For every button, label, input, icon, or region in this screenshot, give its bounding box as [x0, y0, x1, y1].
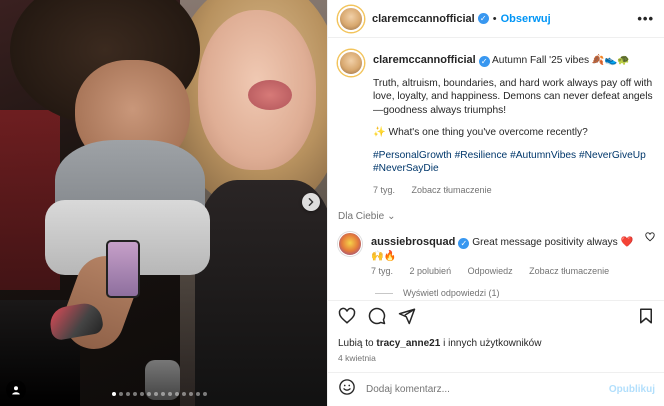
post-date[interactable]: 4 kwietnia: [338, 353, 376, 363]
emoji-smile-icon: [339, 379, 355, 395]
heart-icon: [338, 307, 356, 324]
emoji-button[interactable]: [338, 378, 356, 401]
carousel-dot[interactable]: [189, 392, 193, 396]
likes-suffix[interactable]: i innych użytkowników: [443, 338, 541, 349]
caption-hashtags: #PersonalGrowth #Resilience #AutumnVibes…: [373, 149, 655, 176]
carousel-dot[interactable]: [161, 392, 165, 396]
likes-prefix: Lubią to: [338, 338, 374, 349]
header-separator: •: [492, 12, 497, 25]
hashtag-link[interactable]: #Resilience: [455, 150, 508, 161]
comment-translate-link[interactable]: Zobacz tłumaczenie: [529, 266, 609, 276]
carousel-dot[interactable]: [203, 392, 207, 396]
next-slide-button[interactable]: [302, 193, 320, 211]
caption-avatar[interactable]: [338, 50, 364, 76]
caption-meta: 7 tyg. Zobacz tłumaczenie: [373, 184, 655, 198]
comments-filter-label: Dla Ciebie: [338, 211, 385, 222]
carousel-dot[interactable]: [119, 392, 123, 396]
like-button[interactable]: [338, 307, 356, 330]
carousel-dot[interactable]: [154, 392, 158, 396]
tagged-users-button[interactable]: [6, 380, 26, 400]
carousel-dot[interactable]: [196, 392, 200, 396]
hashtag-link[interactable]: #NeverGiveUp: [579, 150, 646, 161]
carousel-dot[interactable]: [126, 392, 130, 396]
verified-badge-icon: ✓: [458, 238, 470, 250]
author-avatar[interactable]: [338, 5, 364, 32]
photo-woman-body: [195, 180, 327, 406]
send-icon: [398, 308, 416, 325]
commenter-username[interactable]: aussiebrosquad: [371, 236, 455, 248]
carousel-dots: [112, 392, 207, 396]
post-photo[interactable]: [0, 0, 327, 406]
replies-divider: [375, 292, 393, 294]
caption-username[interactable]: claremccannofficial: [373, 54, 476, 66]
carousel-dot[interactable]: [112, 392, 116, 396]
comments-scroll-area[interactable]: claremccannofficial ✓ Autumn Fall '25 vib…: [328, 38, 664, 300]
hashtag-link[interactable]: #PersonalGrowth: [373, 150, 452, 161]
chevron-down-icon: ⌄: [387, 211, 396, 222]
add-comment-bar: Opublikuj: [328, 372, 664, 406]
photo-woman-lips: [248, 80, 292, 110]
post-actions-bar: [328, 300, 664, 336]
likes-summary: Lubią to tracy_anne21 i innych użytkowni…: [338, 338, 541, 349]
chevron-right-icon: [308, 198, 314, 206]
comment-time[interactable]: 7 tyg.: [371, 266, 393, 276]
comment-button[interactable]: [368, 307, 386, 330]
caption-paragraph: Truth, altruism, boundaries, and hard wo…: [373, 77, 653, 116]
publish-comment-button[interactable]: Opublikuj: [609, 384, 655, 395]
carousel-dot[interactable]: [182, 392, 186, 396]
comments-filter[interactable]: Dla Ciebie ⌄: [338, 211, 655, 222]
save-button[interactable]: [637, 307, 655, 330]
hashtag-link[interactable]: #NeverSayDie: [373, 163, 439, 174]
more-options-button[interactable]: •••: [637, 11, 654, 26]
comment-input[interactable]: [366, 384, 599, 395]
caption-block: claremccannofficial ✓ Autumn Fall '25 vib…: [338, 50, 655, 197]
comment-meta: 7 tyg. 2 polubień Odpowiedz Zobacz tłuma…: [371, 266, 636, 276]
share-button[interactable]: [398, 307, 416, 330]
post-side-panel: claremccannofficial ✓ • Obserwuj ••• cla…: [327, 0, 664, 406]
carousel-dot[interactable]: [133, 392, 137, 396]
caption-time[interactable]: 7 tyg.: [373, 185, 395, 195]
caption-title: Autumn Fall '25 vibes 🍂👟🐢: [492, 55, 630, 66]
verified-badge-icon: ✓: [477, 13, 489, 24]
comment-reply-button[interactable]: Odpowiedz: [468, 266, 513, 276]
commenter-avatar[interactable]: [338, 232, 362, 256]
carousel-dot[interactable]: [168, 392, 172, 396]
follow-button[interactable]: Obserwuj: [501, 13, 551, 25]
view-replies-button[interactable]: Wyświetl odpowiedzi (1): [375, 288, 655, 298]
bookmark-icon: [640, 308, 652, 324]
carousel-dot[interactable]: [140, 392, 144, 396]
photo-phone: [106, 240, 140, 298]
post-header: claremccannofficial ✓ • Obserwuj •••: [328, 0, 664, 38]
carousel-dot[interactable]: [175, 392, 179, 396]
hashtag-link[interactable]: #AutumnVibes: [510, 150, 576, 161]
view-replies-label: Wyświetl odpowiedzi (1): [403, 288, 500, 298]
comment-item: aussiebrosquad ✓ Great message positivity…: [338, 232, 655, 276]
caption-question: ✨ What's one thing you've overcome recen…: [373, 127, 588, 138]
carousel-dot[interactable]: [147, 392, 151, 396]
comment-bubble-icon: [368, 307, 386, 325]
comment-likes[interactable]: 2 polubień: [410, 266, 452, 276]
user-icon: [12, 386, 20, 395]
comment-like-button[interactable]: [645, 232, 655, 276]
author-username[interactable]: claremccannofficial: [372, 13, 475, 25]
likes-user-link[interactable]: tracy_anne21: [376, 338, 440, 349]
verified-badge-icon: ✓: [478, 56, 490, 68]
caption-translate-link[interactable]: Zobacz tłumaczenie: [412, 185, 492, 195]
heart-icon: [645, 232, 655, 242]
